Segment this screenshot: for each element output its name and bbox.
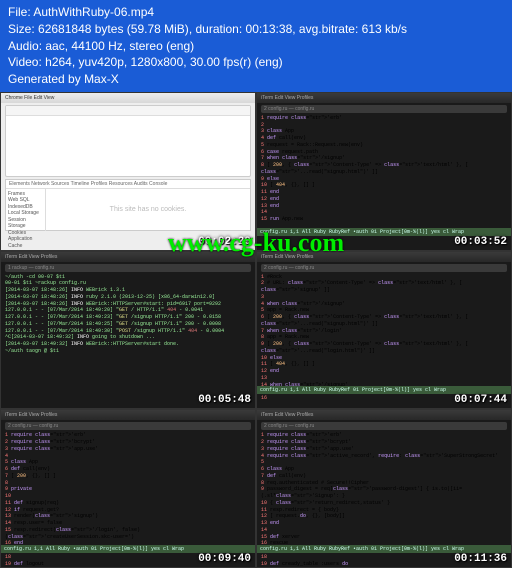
timestamp: 00:05:48 [198, 394, 251, 406]
audio-label: Audio: [8, 39, 42, 53]
devtools: Elements Network Sources Timeline Profil… [5, 179, 251, 231]
avgbitrate-label: avg.bitrate: [299, 22, 358, 36]
window-title: 2 config.ru — config.ru [5, 422, 251, 430]
file-name: AuthWithRuby-06.mp4 [33, 5, 154, 19]
thumb-4: iTerm Edit View Profiles 2 config.ru — c… [256, 251, 512, 410]
mac-menubar: iTerm Edit View Profiles [257, 93, 511, 103]
terminal: ~/auth -cd 00-07 $t100-01 $t1 ~rackup co… [1, 272, 255, 357]
size-label: Size: [8, 22, 35, 36]
timestamp: 00:02:29 [198, 236, 251, 248]
thumb-3: iTerm Edit View Profiles 1 rackup — conf… [0, 251, 256, 410]
timestamp: 00:11:36 [454, 553, 507, 565]
window-title: 2 config.ru — config.ru [261, 264, 507, 272]
mac-menubar: iTerm Edit View Profiles [1, 410, 255, 420]
thumb-2: iTerm Edit View Profiles 2 config.ru — c… [256, 92, 512, 251]
video-label: Video: [8, 55, 42, 69]
video-value: h264, yuv420p, 1280x800, 30.00 fps(r) (e… [45, 55, 283, 69]
mac-menubar: Chrome File Edit View [1, 93, 255, 103]
code-editor: 1 require class="str">'erb' 2 3 class Ap… [257, 113, 511, 225]
avgbitrate: 613 kb/s [362, 22, 407, 36]
audio-value: aac, 44100 Hz, stereo (eng) [45, 39, 194, 53]
file-info-header: File: AuthWithRuby-06.mp4 Size: 62681848… [0, 0, 512, 92]
browser-window [5, 105, 251, 177]
devtools-sidebar: FramesWeb SQLIndexedDBLocal StorageSessi… [6, 189, 46, 231]
generated-label: Generated by [8, 72, 81, 86]
thumbnail-grid: Chrome File Edit View Elements Network S… [0, 92, 512, 568]
size-bytes: 62681848 bytes [38, 22, 123, 36]
devtools-tabs: Elements Network Sources Timeline Profil… [6, 180, 250, 189]
code-editor: 1 #Rock 2 # URL: class="str">'Content-Ty… [257, 272, 511, 404]
mac-menubar: iTerm Edit View Profiles [257, 410, 511, 420]
timestamp: 00:09:40 [198, 553, 251, 565]
window-title: 1 rackup — config.ru [5, 264, 251, 272]
vim-status: config.ru 1,1 All Ruby RubyRef •auth 01 … [257, 228, 511, 236]
duration-label: duration: [195, 22, 242, 36]
browser-tabs [6, 106, 250, 116]
window-title: 2 config.ru — config.ru [261, 422, 507, 430]
generated-by: Max-X [84, 72, 119, 86]
size-mib: (59.78 MiB) [127, 22, 189, 36]
devtools-message: This site has no cookies. [46, 189, 250, 231]
mac-menubar: iTerm Edit View Profiles [1, 252, 255, 262]
file-label: File: [8, 5, 31, 19]
thumb-6: iTerm Edit View Profiles 2 config.ru — c… [256, 409, 512, 568]
thumb-1: Chrome File Edit View Elements Network S… [0, 92, 256, 251]
thumb-5: iTerm Edit View Profiles 2 config.ru — c… [0, 409, 256, 568]
timestamp: 00:03:52 [454, 236, 507, 248]
timestamp: 00:07:44 [454, 394, 507, 406]
browser-body [6, 116, 250, 132]
window-title: 2 config.ru — config.ru [261, 105, 507, 113]
mac-menubar: iTerm Edit View Profiles [257, 252, 511, 262]
duration: 00:13:38 [246, 22, 293, 36]
